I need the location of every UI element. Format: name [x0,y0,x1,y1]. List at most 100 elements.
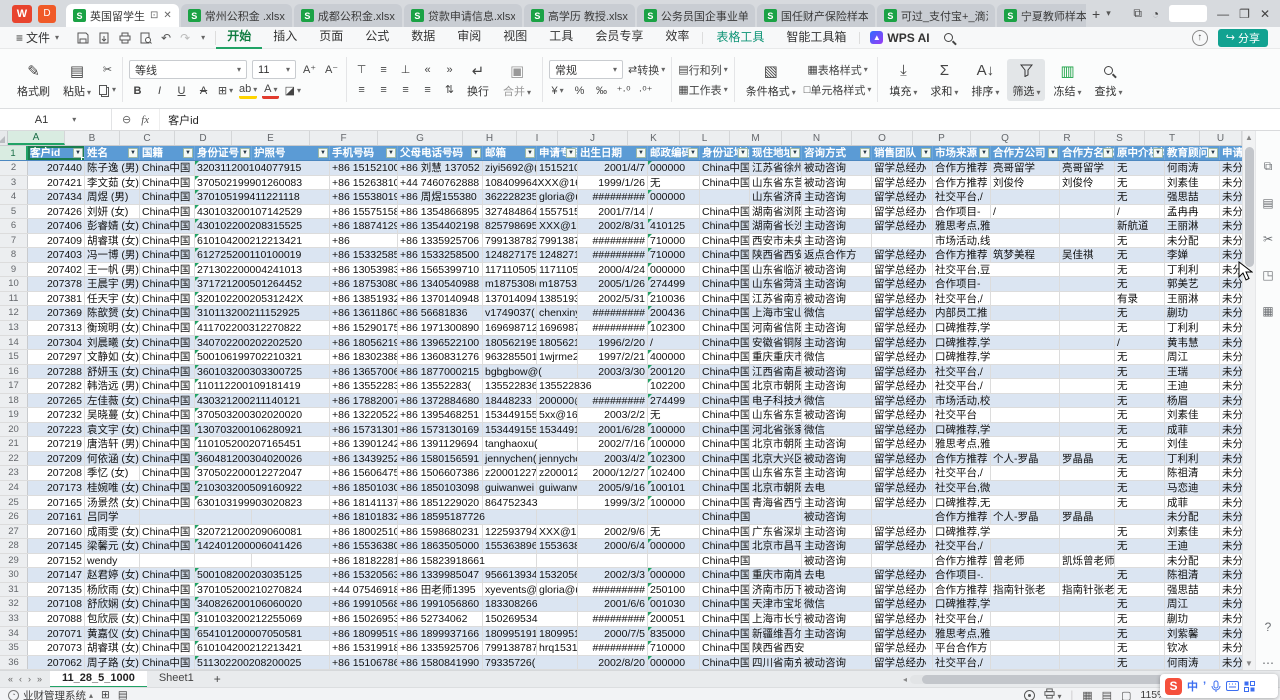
cell-S20[interactable]: 无 [1115,423,1165,437]
cell-C11[interactable]: China中国 [140,292,195,306]
cell-S22[interactable]: 无 [1115,452,1165,466]
cell-L25[interactable]: China中国 [700,496,750,510]
cell-N23[interactable]: 主动咨询 [802,466,872,480]
orientation-icon[interactable]: ⇅ [441,81,458,98]
user-pill[interactable] [1169,5,1207,22]
cut-button[interactable]: ✂ [99,61,116,78]
cell-L20[interactable]: China中国 [700,423,750,437]
row-number-25[interactable]: 25 [0,496,28,510]
cell-N16[interactable]: 被动咨询 [802,365,872,379]
cell-O24[interactable]: 留学总经办 [872,481,933,495]
cell-M31[interactable]: 济南市历下 [750,583,802,597]
menu-tab-数据[interactable]: 数据 [400,26,446,49]
cell-G30[interactable]: +86 1339985047 [398,568,483,582]
cell-M25[interactable]: 青海省西宁 [750,496,802,510]
cell-M11[interactable]: 江苏省南京 [750,292,802,306]
menu-tab-开始[interactable]: 开始 [216,26,262,49]
cell-R11[interactable] [1060,292,1115,306]
menu-tab-工具[interactable]: 工具 [538,26,584,49]
cell-L6[interactable]: China中国 [700,219,750,233]
new-tab-button[interactable]: + [1086,6,1106,22]
menu-tab-公式[interactable]: 公式 [354,26,400,49]
cell-A10[interactable]: 207378 [28,277,85,291]
close-icon[interactable]: ✕ [1260,7,1270,21]
cell-F8[interactable]: +86 15332585 [330,248,398,262]
cell-P22[interactable]: 合作方推荐 [933,452,991,466]
cell-P36[interactable]: 社交平台,/ [933,656,991,670]
cell-A19[interactable]: 207232 [28,408,85,422]
column-letter-C[interactable]: C [120,131,175,145]
prev-sheet-icon[interactable]: ‹ [19,674,22,684]
doc-tab[interactable]: S可过_支付宝+_滴滴 [877,4,995,27]
cell-F7[interactable]: +86 [330,234,398,248]
doc-tab[interactable]: S贷款申请信息.xlsx [404,4,522,27]
scroll-up-icon[interactable]: ▲ [1243,131,1255,144]
cell-A28[interactable]: 207145 [28,539,85,553]
cell-L11[interactable]: China中国 [700,292,750,306]
cell-D27[interactable]: 320721200209060081 [195,525,252,539]
header-cell-H1[interactable]: 邮箱▼ [483,146,537,160]
header-cell-D1[interactable]: 身份证号▼ [195,146,252,160]
cell-R12[interactable] [1060,306,1115,320]
cell-N4[interactable]: 主动咨询 [802,190,872,204]
menu-tab-审阅[interactable]: 审阅 [446,26,492,49]
cell-N31[interactable]: 被动咨询 [802,583,872,597]
cell-A30[interactable]: 207147 [28,568,85,582]
cell-S23[interactable]: 无 [1115,466,1165,480]
cell-I31[interactable]: gloria@uk( [537,583,578,597]
cell-M14[interactable]: 安徽省铜陵 [750,336,802,350]
doc-tab[interactable]: S成都公积金.xlsx [294,4,402,27]
column-letter-I[interactable]: I [517,131,558,145]
cell-R2[interactable]: 亮哥留学 [1060,161,1115,175]
cell-O9[interactable]: 留学总经办 [872,263,933,277]
rows-columns-button[interactable]: ▤ 行和列▾ [678,61,727,78]
cell-N12[interactable]: 微信 [802,306,872,320]
cell-D17[interactable]: 110112200109181419 [195,379,252,393]
punctuation-icon[interactable]: ’ [1203,680,1206,692]
cell-F35[interactable]: +86 15319918 [330,641,398,655]
cell-P21[interactable]: 雅思考点,雅 [933,437,991,451]
cell-C13[interactable]: China中国 [140,321,195,335]
column-letter-L[interactable]: L [680,131,730,145]
cell-D36[interactable]: 511302200208200025 [195,656,252,670]
reading-view-icon[interactable]: ▢ [1121,689,1131,700]
cell-I35[interactable]: hrq153199 [537,641,578,655]
cell-N34[interactable]: 主动咨询 [802,627,872,641]
cell-T36[interactable]: 何雨涛 [1165,656,1220,670]
cell-M7[interactable]: 西安市未央 [750,234,802,248]
cell-J24[interactable]: 2005/9/16 [578,481,648,495]
cell-R23[interactable] [1060,466,1115,480]
cell-T3[interactable]: 刘素佳 [1165,176,1220,190]
column-letter-D[interactable]: D [175,131,232,145]
cell-H33[interactable]: 150269534 [483,612,537,626]
cell-C36[interactable]: China中国 [140,656,195,670]
cell-N15[interactable]: 微信 [802,350,872,364]
cell-H24[interactable]: guiwanwei [483,481,537,495]
sheet-tab-Sheet1[interactable]: Sheet1 [147,671,206,688]
column-letter-N[interactable]: N [782,131,852,145]
cell-M9[interactable]: 山东省临沂 [750,263,802,277]
cell-A22[interactable]: 207209 [28,452,85,466]
cell-I10[interactable]: m1875308( [537,277,578,291]
cell-J20[interactable]: 2001/6/28 [578,423,648,437]
cell-M10[interactable]: 山东省菏泽 [750,277,802,291]
cell-T6[interactable]: 王丽淋 [1165,219,1220,233]
cell-K3[interactable]: 无 [648,176,700,190]
cell-I19[interactable]: 5xx@163.c( [537,408,578,422]
cell-H32[interactable]: 183308266 [483,597,537,611]
cell-Q26[interactable]: 个人-罗晶 [991,510,1060,524]
cell-S24[interactable]: 无 [1115,481,1165,495]
cell-C9[interactable]: China中国 [140,263,195,277]
cell-K25[interactable]: 100000 [648,496,700,510]
cell-K5[interactable]: / [648,205,700,219]
cell-T27[interactable]: 刘素佳 [1165,525,1220,539]
cell-S25[interactable]: 无 [1115,496,1165,510]
cell-G15[interactable]: +86 1360831276 [398,350,483,364]
cell-O11[interactable]: 留学总经办 [872,292,933,306]
cell-S16[interactable]: 无 [1115,365,1165,379]
cell-H18[interactable]: 18448233 [483,394,537,408]
cell-T13[interactable]: 丁利利 [1165,321,1220,335]
minimize-icon[interactable]: — [1217,7,1229,21]
cell-G2[interactable]: +86 刘慧 137052 [398,161,483,175]
cell-B24[interactable]: 桂婉唯 (女) [85,481,140,495]
